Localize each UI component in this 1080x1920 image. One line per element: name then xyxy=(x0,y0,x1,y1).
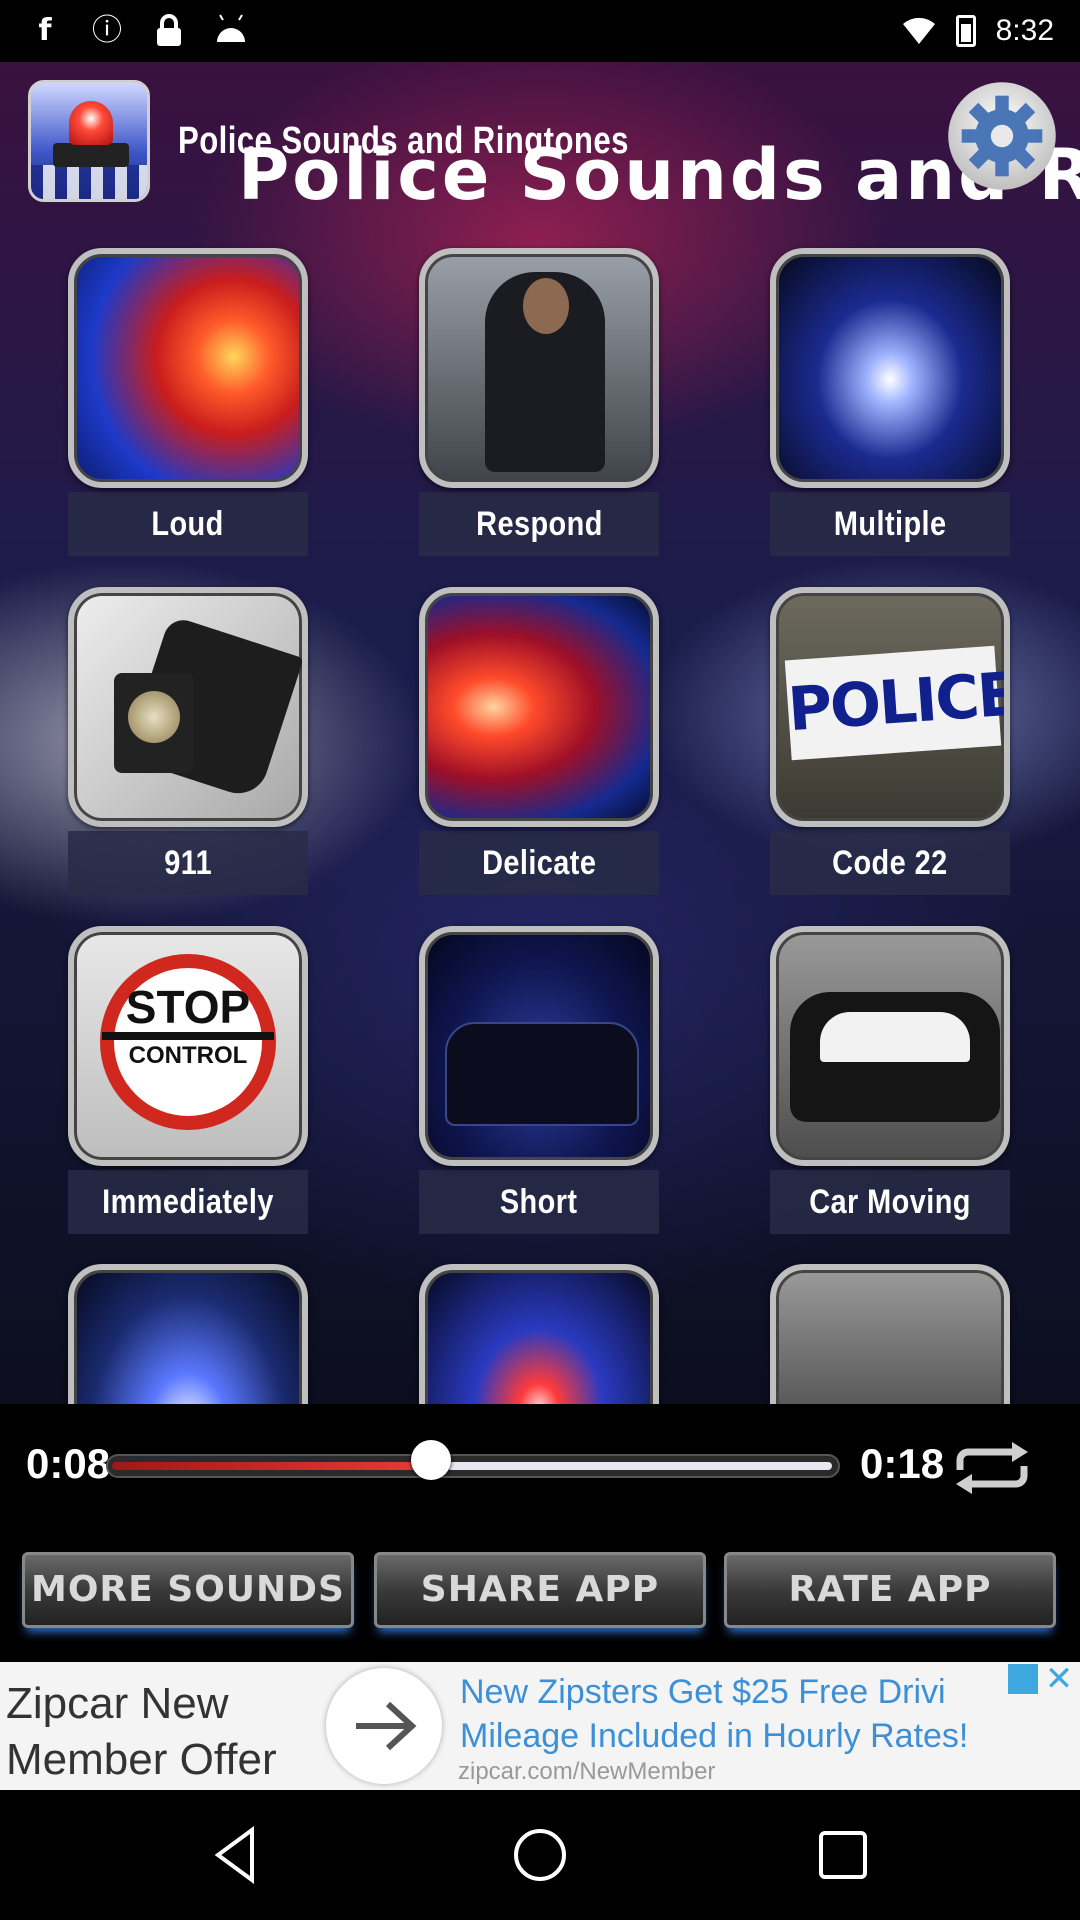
sound-tile-multiple[interactable]: Multiple xyxy=(770,248,1014,556)
sound-label: Short xyxy=(419,1170,659,1234)
sound-label: Respond xyxy=(419,492,659,556)
sound-thumbnail[interactable] xyxy=(419,587,659,827)
current-time: 0:08 xyxy=(26,1440,111,1487)
sound-thumbnail[interactable] xyxy=(770,248,1010,488)
sound-label: Delicate xyxy=(419,831,659,895)
seek-remaining xyxy=(446,1462,832,1470)
system-nav-bar xyxy=(0,1790,1080,1920)
repeat-icon[interactable] xyxy=(950,1440,1034,1496)
sound-tile-loud[interactable]: Loud xyxy=(68,248,312,556)
stop-sign-text: STOP xyxy=(125,981,251,1033)
sound-thumbnail[interactable] xyxy=(68,248,308,488)
total-time: 0:18 xyxy=(860,1440,945,1487)
arrow-right-icon[interactable] xyxy=(326,1668,442,1784)
seek-bar[interactable] xyxy=(106,1440,840,1480)
clock: 8:32 xyxy=(995,14,1054,47)
sound-thumbnail[interactable] xyxy=(68,587,308,827)
sound-label: Car Moving xyxy=(770,1170,1010,1234)
ad-body-line: New Zipsters Get $25 Free Drivi xyxy=(460,1673,946,1711)
battery-icon xyxy=(955,15,976,47)
ad-body: New Zipsters Get $25 Free Drivi Mileage … xyxy=(460,1670,1060,1758)
wifi-icon xyxy=(902,17,935,44)
more-sounds-button[interactable]: MORE SOUNDS xyxy=(22,1552,354,1628)
seek-progress xyxy=(112,1462,431,1470)
sound-tile-short[interactable]: Short xyxy=(419,926,663,1234)
ad-url: zipcar.com/NewMember xyxy=(458,1758,716,1785)
sound-tile-code-22[interactable]: POLICE Code 22 xyxy=(770,587,1014,895)
sound-thumbnail[interactable] xyxy=(770,926,1010,1166)
lock-icon xyxy=(152,14,186,48)
sound-thumbnail[interactable] xyxy=(419,248,659,488)
sound-tile-911[interactable]: 911 xyxy=(68,587,312,895)
app-logo xyxy=(28,80,150,202)
sound-thumbnail[interactable] xyxy=(419,926,659,1166)
sound-thumbnail[interactable]: STOP CONTROL xyxy=(68,926,308,1166)
sound-label: Code 22 xyxy=(770,831,1010,895)
ad-banner[interactable]: Zipcar New Member Offer New Zipsters Get… xyxy=(0,1662,1080,1790)
android-icon xyxy=(214,14,248,48)
alert-icon: ⓘ xyxy=(92,14,122,47)
sound-label: Multiple xyxy=(770,492,1010,556)
home-icon[interactable] xyxy=(505,1820,575,1890)
sound-tile-delicate[interactable]: Delicate xyxy=(419,587,663,895)
action-buttons: MORE SOUNDS SHARE APP RATE APP xyxy=(0,1534,1080,1662)
close-icon[interactable]: ✕ xyxy=(1042,1662,1076,1696)
adchoices-icon[interactable] xyxy=(1008,1664,1038,1694)
ad-headline: Zipcar New Member Offer xyxy=(6,1679,277,1784)
sound-label: Loud xyxy=(68,492,308,556)
rate-app-button[interactable]: RATE APP xyxy=(724,1552,1056,1628)
control-sign-text: CONTROL xyxy=(128,1042,248,1069)
sound-tile-car-moving[interactable]: Car Moving xyxy=(770,926,1014,1234)
audio-player: 0:08 0:18 xyxy=(0,1404,1080,1534)
sound-tile-respond[interactable]: Respond xyxy=(419,248,663,556)
sound-tile-immediately[interactable]: STOP CONTROL Immediately xyxy=(68,926,312,1234)
status-bar: f ⓘ 8:32 xyxy=(0,0,1080,62)
recents-icon[interactable] xyxy=(808,1820,878,1890)
settings-gear-icon[interactable] xyxy=(946,80,1058,192)
seek-handle[interactable] xyxy=(410,1440,451,1480)
ad-body-line: Mileage Included in Hourly Rates! xyxy=(460,1717,969,1755)
facebook-icon: f xyxy=(38,13,52,48)
sound-label: Immediately xyxy=(68,1170,308,1234)
sound-label: 911 xyxy=(68,831,308,895)
share-app-button[interactable]: SHARE APP xyxy=(374,1552,706,1628)
back-icon[interactable] xyxy=(202,1820,272,1890)
sound-thumbnail[interactable]: POLICE xyxy=(770,587,1010,827)
police-sign-text: POLICE xyxy=(785,659,1010,746)
